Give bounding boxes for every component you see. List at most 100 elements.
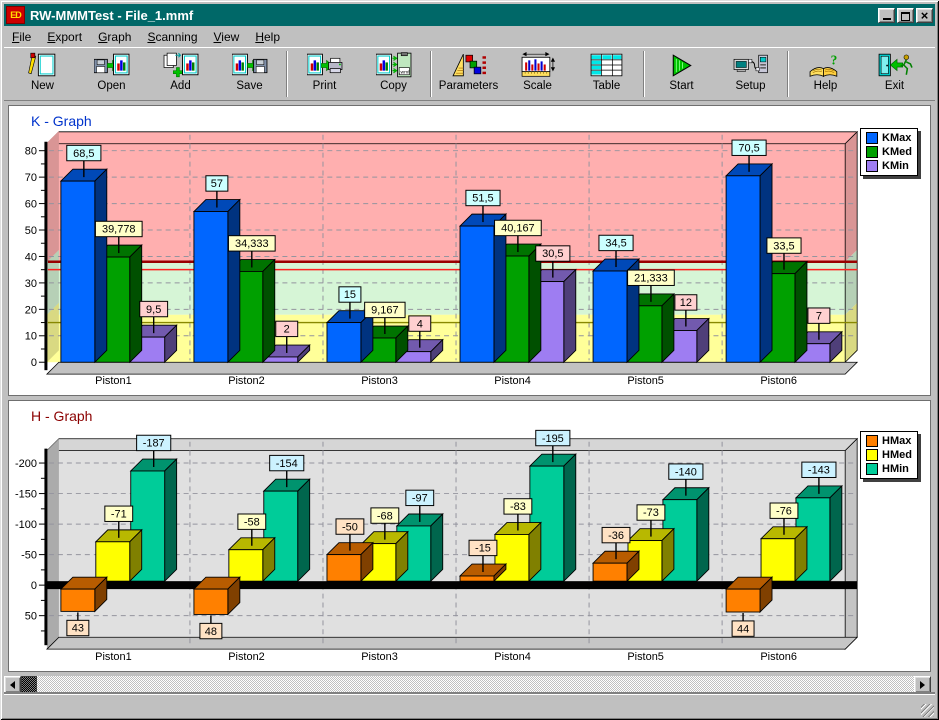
menu-export[interactable]: Export [39,28,90,46]
category-label: Piston4 [494,375,531,387]
titlebar[interactable]: ED RW-MMMTest - File_1.mmf × [4,4,935,26]
value-label: 21,333 [634,273,668,285]
setup-button[interactable]: Setup [716,49,785,99]
value-label: -71 [111,508,127,520]
menu-view[interactable]: View [206,28,248,46]
print-button[interactable]: Print [290,49,359,99]
value-label: 48 [205,626,217,638]
legend-label: KMax [882,132,911,144]
value-label: 4 [417,318,423,330]
close-icon: × [921,9,929,22]
value-label: -83 [510,501,526,513]
menu-help[interactable]: Help [247,28,288,46]
copy-button[interactable]: .wmfCopy [359,49,428,99]
toolbar-separator [430,51,432,97]
copy-icon: .wmf [376,52,412,79]
scrollbar-thumb[interactable] [21,676,37,693]
client-area: 010203040506070809,539,77868,5234,333574… [4,101,935,676]
statusbar [4,694,935,718]
toolbar-group: Start Setup [647,48,785,100]
value-label: -140 [675,466,697,478]
menu-scanning[interactable]: Scanning [139,28,205,46]
value-label: -50 [342,521,358,533]
toolbar-separator [286,51,288,97]
category-label: Piston1 [95,651,132,663]
maximize-button[interactable] [897,8,914,23]
toolbar-button-label: Setup [735,80,765,92]
y-ticks [39,463,45,631]
toolbar-button-label: Table [593,80,621,92]
bar-hmax [327,555,361,582]
scrollbar-track[interactable] [37,676,914,693]
bar-kmax [726,176,760,362]
open-icon [94,52,130,79]
category-label: Piston1 [95,375,132,387]
minimize-button[interactable] [878,8,895,23]
resize-grip[interactable] [921,704,934,717]
bar-kmax [194,212,228,363]
y-tick-label: 80 [25,146,37,158]
h-graph-plot: -200-150-100-50050-187-7143-154-5848-97-… [9,401,930,671]
value-label: 57 [211,178,223,190]
print-icon [307,52,343,79]
value-label: 9,167 [371,305,398,317]
toolbar-separator [787,51,789,97]
toolbar-button-label: Scale [523,80,552,92]
value-label: -195 [542,433,564,445]
category-label: Piston4 [494,651,531,663]
open-button[interactable]: Open [77,49,146,99]
category-label: Piston3 [361,375,398,387]
bar-kmax [327,323,361,363]
toolbar-button-label: Save [236,80,262,92]
arrow-right-icon [920,681,929,689]
value-label: -187 [143,438,165,450]
y-tick-label: 30 [25,278,37,290]
value-label: 33,5 [773,240,794,252]
menu-file[interactable]: File [4,28,39,46]
value-label: 68,5 [73,148,94,160]
app-icon-text: ED [10,10,21,20]
category-label: Piston6 [760,375,797,387]
y-tick-label: 0 [31,580,37,592]
legend-item-hmin: HMin [866,463,912,475]
toolbar-button-label: Copy [380,80,407,92]
floor [47,637,857,649]
bar-hmax [593,563,627,581]
y-tick-label: 20 [25,304,37,316]
scroll-right-button[interactable] [914,676,931,693]
scroll-left-button[interactable] [4,676,21,693]
table-button[interactable]: Table [572,49,641,99]
new-icon [25,52,61,79]
value-label: 12 [680,297,692,309]
scale-button[interactable]: Scale [503,49,572,99]
value-label: 39,778 [102,224,136,236]
toolbar-group: Print.wmfCopy [290,48,428,100]
h-graph-title: H - Graph [31,408,92,424]
y-tick-label: 60 [25,199,37,211]
parameters-button[interactable]: Parameters [434,49,503,99]
value-label: 9,5 [146,304,161,316]
help-button[interactable]: ?Help [791,49,860,99]
new-button[interactable]: New [8,49,77,99]
legend-item-kmin: KMin [866,160,912,172]
value-label: 30,5 [542,248,563,260]
bar-hmed [229,550,263,581]
category-label: Piston5 [627,375,664,387]
value-label: 2 [284,324,290,336]
close-button[interactable]: × [916,8,933,23]
menu-graph[interactable]: Graph [90,28,139,46]
add-button[interactable]: Add [146,49,215,99]
y-tick-label: 10 [25,331,37,343]
save-button[interactable]: Save [215,49,284,99]
value-label: -15 [475,543,491,555]
exit-button[interactable]: Exit [860,49,929,99]
band [47,143,845,262]
app-icon[interactable]: ED [6,6,25,24]
y-tick-label: 50 [25,225,37,237]
h-graph-panel: -200-150-100-50050-187-7143-154-5848-97-… [8,400,931,672]
y-tick-label: 0 [31,357,37,369]
start-button[interactable]: Start [647,49,716,99]
toolbar-button-label: Add [170,80,190,92]
y-tick-label: -50 [21,550,37,562]
app-window: ED RW-MMMTest - File_1.mmf × FileExportG… [0,0,939,720]
